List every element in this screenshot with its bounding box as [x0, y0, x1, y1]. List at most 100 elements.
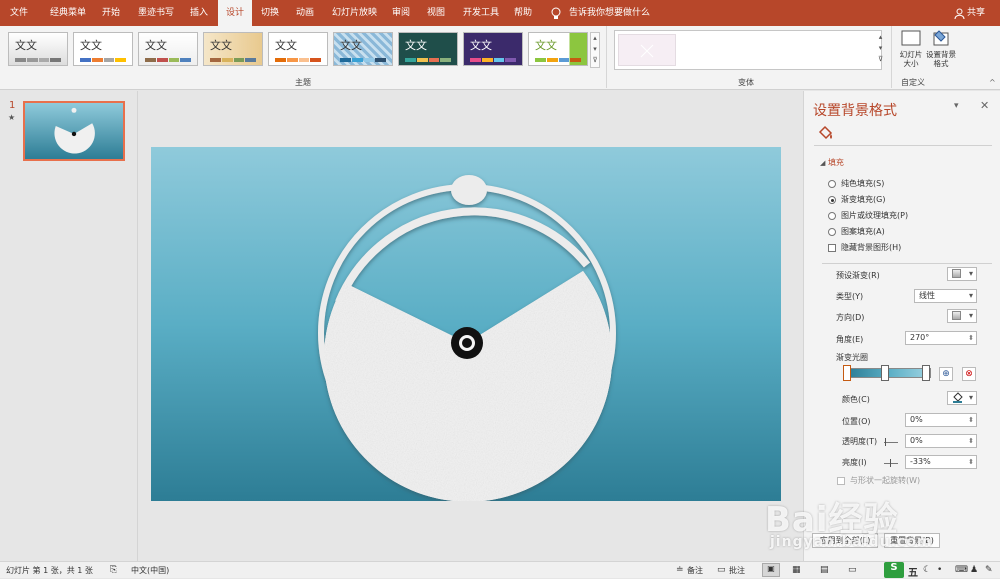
thumbnail-dial-icon: [54, 107, 95, 154]
sogou-ime-icon[interactable]: S: [884, 562, 904, 578]
menu-file[interactable]: 文件: [10, 0, 28, 26]
keyboard-icon[interactable]: ⌨: [955, 565, 968, 575]
dot-icon[interactable]: •: [937, 565, 942, 575]
reading-view-icon[interactable]: ▤: [820, 565, 829, 575]
variant-1[interactable]: [618, 34, 676, 66]
theme-9[interactable]: 文文: [528, 32, 588, 66]
transparency-slider-thumb[interactable]: [885, 438, 886, 446]
slide-size-icon: [901, 30, 921, 46]
notes-icon: ≐: [676, 565, 684, 575]
gradient-stops-label: 渐变光圈: [836, 353, 868, 362]
menu-help[interactable]: 帮助: [514, 0, 532, 26]
menu-ink[interactable]: 墨迹书写: [138, 0, 174, 26]
spellcheck-icon[interactable]: ⎘: [110, 565, 117, 575]
pane-options-dropdown[interactable]: ▾: [954, 101, 959, 111]
position-input[interactable]: 0%: [905, 413, 977, 427]
menu-home[interactable]: 开始: [102, 0, 120, 26]
themes-scroll[interactable]: ▴ ▾ ⊽: [590, 32, 600, 68]
gradient-bar[interactable]: [847, 368, 931, 378]
slide-count: 幻灯片 第 1 张，共 1 张: [6, 566, 93, 575]
language-indicator[interactable]: 中文(中国): [131, 565, 169, 576]
paint-bucket-icon[interactable]: [816, 124, 834, 142]
menu-developer[interactable]: 开发工具: [463, 0, 499, 26]
color-label: 颜色(C): [842, 395, 870, 404]
thumbnail-panel: 1 ★: [0, 91, 138, 561]
theme-4[interactable]: 文文: [203, 32, 263, 66]
gradient-swatch-icon: [952, 269, 961, 278]
picture-fill-radio[interactable]: [828, 212, 836, 220]
theme-6[interactable]: 文文: [333, 32, 393, 66]
menu-slideshow[interactable]: 幻灯片放映: [332, 0, 377, 26]
normal-view-icon[interactable]: ▣: [762, 563, 780, 577]
menu-view[interactable]: 视图: [427, 0, 445, 26]
divider: [814, 145, 992, 146]
gradient-stop-3[interactable]: [922, 365, 930, 381]
moon-icon[interactable]: ☾: [923, 565, 931, 575]
theme-1[interactable]: 文文: [8, 32, 68, 66]
transparency-label: 透明度(T): [842, 437, 878, 446]
slide-thumbnail-1[interactable]: [23, 101, 125, 161]
share-button[interactable]: 共享: [967, 0, 985, 26]
variants-scroll[interactable]: ▴ ▾ ⊽: [876, 32, 885, 68]
brightness-slider[interactable]: [884, 463, 898, 464]
menu-review[interactable]: 审阅: [392, 0, 410, 26]
notes-button[interactable]: 备注: [687, 565, 703, 576]
transparency-input[interactable]: 0%: [905, 434, 977, 448]
theme-2[interactable]: 文文: [73, 32, 133, 66]
pane-title: 设置背景格式: [813, 103, 897, 119]
paint-bucket-small-icon: [953, 392, 963, 403]
themes-group-label: 主题: [295, 78, 311, 87]
gradient-fill-radio[interactable]: [828, 196, 836, 204]
slide-canvas[interactable]: [151, 147, 781, 501]
collapse-ribbon-icon[interactable]: ^: [989, 78, 996, 87]
format-background-pane: 设置背景格式 ▾ ✕ ◢ 填充 纯色填充(S) 渐变填充(G) 图片或纹理填充(…: [803, 91, 1000, 561]
preset-gradient-label: 预设渐变(R): [836, 271, 880, 280]
menu-insert[interactable]: 插入: [190, 0, 208, 26]
add-stop-icon[interactable]: ⊕: [939, 367, 953, 381]
color-picker[interactable]: [947, 391, 977, 405]
hide-bg-graphics-checkbox[interactable]: [828, 244, 836, 252]
ime-mode[interactable]: 五: [908, 564, 918, 579]
user-small-icon[interactable]: ♟: [970, 565, 978, 575]
menu-transitions[interactable]: 切换: [261, 0, 279, 26]
pattern-fill-radio[interactable]: [828, 228, 836, 236]
wrench-icon[interactable]: ✎: [985, 565, 993, 575]
menu-bar: 文件 经典菜单 开始 墨迹书写 插入 设计 切换 动画 幻灯片放映 审阅 视图 …: [0, 0, 1000, 27]
comments-button[interactable]: 批注: [729, 565, 745, 576]
format-background-button[interactable]: 设置背景格式: [926, 29, 956, 77]
comments-icon: ▭: [717, 565, 726, 575]
slide-number: 1: [9, 100, 16, 111]
type-label: 类型(Y): [836, 292, 864, 301]
slide-sorter-icon[interactable]: ▦: [792, 565, 801, 575]
status-bar: 幻灯片 第 1 张，共 1 张 ⎘ 中文(中国) ≐ 备注 ▭ 批注 ▣ ▦ ▤…: [0, 561, 1000, 579]
variants-gallery[interactable]: [614, 30, 882, 70]
transparency-slider[interactable]: [884, 442, 898, 443]
gradient-stop-1[interactable]: [843, 365, 851, 381]
format-background-icon: [933, 30, 949, 46]
remove-stop-icon[interactable]: ⊗: [962, 367, 976, 381]
brightness-slider-thumb[interactable]: [890, 459, 891, 467]
direction-label: 方向(D): [836, 313, 865, 322]
slideshow-icon[interactable]: ▭: [848, 565, 857, 575]
tell-me-search[interactable]: 告诉我你想要做什么: [569, 0, 650, 26]
brightness-input[interactable]: -33%: [905, 455, 977, 469]
menu-design[interactable]: 设计: [218, 0, 252, 27]
menu-classic[interactable]: 经典菜单: [50, 0, 86, 26]
type-dropdown[interactable]: 线性: [914, 289, 977, 303]
theme-7[interactable]: 文文: [398, 32, 458, 66]
slide-size-button[interactable]: 幻灯片大小: [897, 29, 925, 77]
fill-section-header[interactable]: ◢ 填充: [820, 157, 844, 171]
theme-3[interactable]: 文文: [138, 32, 198, 66]
solid-fill-radio[interactable]: [828, 180, 836, 188]
brightness-label: 亮度(I): [842, 458, 867, 467]
dial-shape-icon[interactable]: [151, 147, 781, 501]
direction-dropdown[interactable]: [947, 309, 977, 323]
theme-5[interactable]: 文文: [268, 32, 328, 66]
rotate-with-shape-checkbox[interactable]: [837, 477, 845, 485]
close-icon[interactable]: ✕: [980, 99, 989, 112]
preset-gradient-dropdown[interactable]: [947, 267, 977, 281]
menu-animations[interactable]: 动画: [296, 0, 314, 26]
theme-8[interactable]: 文文: [463, 32, 523, 66]
angle-input[interactable]: 270°: [905, 331, 977, 345]
gradient-stop-2[interactable]: [881, 365, 889, 381]
